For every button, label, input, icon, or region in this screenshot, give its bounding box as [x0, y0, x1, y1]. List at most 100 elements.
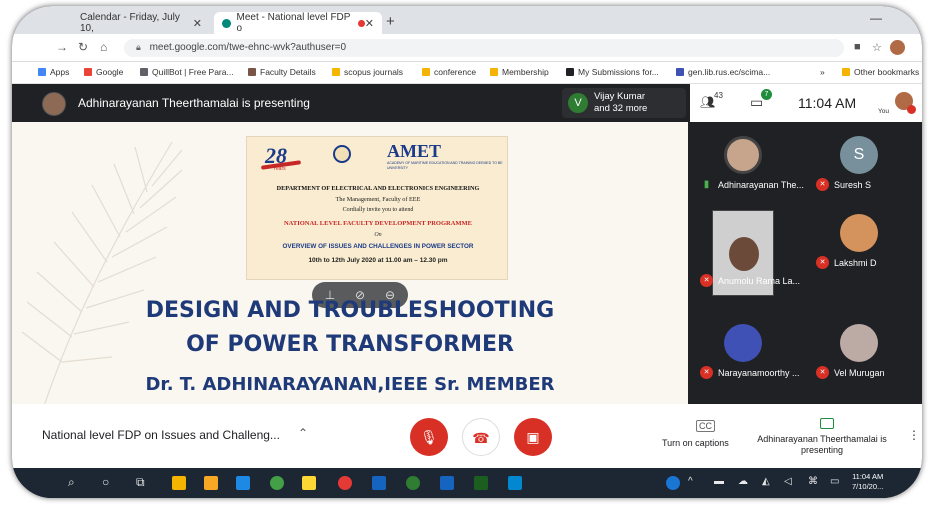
management-line: The Management, Faculty of EEE	[335, 196, 421, 203]
file-explorer-icon[interactable]	[172, 476, 186, 490]
windows-taskbar: ⌕ ○ ⧉ ^ ▬ ☁︎ ◭ ◁ ⌘ ▭ 11:04 AM 7/10/20...	[12, 468, 922, 498]
active-speaker-chip: V Vijay Kumar and 32 more	[562, 88, 686, 118]
new-tab-button[interactable]: +	[386, 13, 395, 30]
store-icon[interactable]	[204, 476, 218, 490]
mic-off-icon: ✕	[816, 178, 829, 191]
app-icon[interactable]	[372, 476, 386, 490]
dates-line: 10th to 12th July 2020 at 11.00 am – 12.…	[308, 257, 448, 264]
tab-meet[interactable]: Meet - National level FDP o ✕	[214, 12, 382, 34]
search-icon[interactable]: ⌕	[68, 475, 75, 490]
camera-toggle-button[interactable]: ▣	[514, 418, 552, 456]
meet-top-right: 👥︎ 43 ▭ 7 11:04 AM You	[690, 84, 922, 122]
whatsapp-icon[interactable]	[270, 476, 284, 490]
captions-button[interactable]: Turn on captions	[662, 438, 729, 448]
participant-tile[interactable]: ✕ Lakshmi D	[804, 208, 920, 276]
org-title: AMET	[387, 141, 441, 161]
slide-author: Dr. T. ADHINARAYANAN,IEEE Sr. MEMBER	[145, 374, 555, 395]
meet-favicon-icon	[222, 18, 231, 28]
bookmark-google[interactable]: Google	[84, 67, 123, 77]
forward-icon[interactable]: →	[56, 40, 68, 54]
mic-off-badge-icon	[907, 105, 916, 114]
minimize-icon[interactable]: —	[870, 11, 882, 25]
more-options-icon[interactable]: ⋮	[908, 428, 920, 442]
home-icon[interactable]: ⌂	[100, 40, 107, 54]
mic-off-icon: ✕	[700, 366, 713, 379]
slide-title-line2: OF POWER TRANSFORMER	[186, 332, 514, 357]
bookmark-apps[interactable]: Apps	[38, 67, 69, 77]
bookmark-other[interactable]: Other bookmarks	[842, 67, 919, 77]
url-input[interactable]: 🔒︎ meet.google.com/twe-ehnc-wvk?authuser…	[124, 39, 844, 57]
participant-tile[interactable]: ▮ Adhinarayanan The...	[688, 130, 804, 198]
camera-off-icon: ▣	[526, 429, 540, 445]
participant-tile[interactable]: S ✕ Suresh S	[804, 130, 920, 198]
bookmark-scopus[interactable]: scopus journals	[332, 67, 403, 77]
volume-icon[interactable]: ◁	[784, 476, 792, 487]
chrome-icon[interactable]	[338, 476, 352, 490]
people-icon[interactable]: 👥︎	[700, 95, 715, 109]
taskbar-clock[interactable]: 11:04 AM 7/10/20...	[852, 472, 883, 492]
keyboard-icon[interactable]: ▭	[830, 476, 839, 487]
presenting-label[interactable]: Adhinarayanan Theerthamalai is presentin…	[754, 434, 890, 456]
network-icon[interactable]: ◭	[762, 476, 770, 487]
bookmark-genlib[interactable]: gen.lib.rus.ec/scima...	[676, 67, 770, 77]
microphone-toggle-button[interactable]: 🎙︎	[410, 418, 448, 456]
cortana-icon[interactable]: ○	[102, 475, 109, 489]
bookmark-submissions[interactable]: My Submissions for...	[566, 67, 659, 77]
app-icon[interactable]	[508, 476, 522, 490]
task-view-icon[interactable]: ⧉	[136, 475, 145, 490]
participant-grid: ▮ Adhinarayanan The... S ✕ Suresh S ✕ An…	[688, 122, 922, 404]
reload-icon[interactable]: ↻	[78, 40, 88, 54]
mail-icon[interactable]	[236, 476, 250, 490]
video-person	[729, 237, 759, 271]
present-screen-icon[interactable]	[820, 418, 834, 429]
lock-icon: 🔒︎	[136, 42, 141, 52]
bookmarks-overflow[interactable]: »	[820, 67, 825, 77]
bookmark-membership[interactable]: Membership	[490, 67, 549, 77]
bookmark-quillbot[interactable]: QuillBot | Free Para...	[140, 67, 234, 77]
screenshot-frame: Calendar - Friday, July 10, ✕ Meet - Nat…	[12, 6, 922, 498]
language-icon[interactable]: ⌘	[808, 476, 818, 487]
programme-line: NATIONAL LEVEL FACULTY DEVELOPMENT PROGR…	[283, 220, 473, 227]
meeting-title[interactable]: National level FDP on Issues and Challen…	[42, 428, 280, 442]
quillbot-icon	[140, 68, 148, 76]
participant-tile[interactable]: ✕ Anumolu Rama La...	[688, 208, 804, 296]
close-icon[interactable]: ✕	[193, 17, 202, 30]
recording-icon	[358, 19, 365, 27]
bookmark-conference[interactable]: conference	[422, 67, 476, 77]
presentation-area: 28 Years AMET ACADEMY OF MARITIME EDUCAT…	[12, 122, 688, 404]
mic-off-icon: ✕	[700, 274, 713, 287]
apps-icon	[38, 68, 46, 76]
department-line: DEPARTMENT OF ELECTRICAL AND ELECTRONICS…	[276, 185, 480, 192]
word-icon[interactable]	[440, 476, 454, 490]
profile-avatar[interactable]	[890, 40, 905, 55]
participant-name: Suresh S	[834, 180, 872, 190]
folder-icon	[332, 68, 340, 76]
leave-call-button[interactable]: ☎︎	[462, 418, 500, 456]
you-label: You	[878, 108, 889, 115]
app-icon[interactable]	[406, 476, 420, 490]
camera-icon[interactable]: ■	[854, 41, 861, 53]
chevron-up-icon[interactable]: ⌃	[298, 426, 308, 440]
mic-off-icon: ✕	[816, 366, 829, 379]
mic-off-icon: ✕	[816, 256, 829, 269]
sticky-notes-icon[interactable]	[302, 476, 316, 490]
participant-avatar	[840, 324, 878, 362]
system-tray-icon[interactable]	[666, 476, 680, 490]
excel-icon[interactable]	[474, 476, 488, 490]
speaker-avatar: V	[568, 93, 588, 113]
bookmark-faculty[interactable]: Faculty Details	[248, 67, 316, 77]
participant-name: Lakshmi D	[834, 258, 877, 268]
phone-hangup-icon: ☎︎	[472, 430, 490, 446]
tab-calendar[interactable]: Calendar - Friday, July 10, ✕	[72, 12, 210, 34]
participant-tile[interactable]: ✕ Narayanamoorthy ...	[688, 318, 804, 386]
chevron-up-icon[interactable]: ^	[688, 476, 693, 487]
participant-tile[interactable]: ✕ Vel Murugan	[804, 318, 920, 386]
bookmarks-bar: Apps Google QuillBot | Free Para... Facu…	[12, 62, 922, 84]
google-icon	[84, 68, 92, 76]
captions-icon[interactable]: CC	[696, 420, 715, 432]
address-bar: → ↻ ⌂ 🔒︎ meet.google.com/twe-ehnc-wvk?au…	[12, 34, 922, 62]
presenter-avatar	[42, 92, 66, 116]
folder-icon	[490, 68, 498, 76]
close-icon[interactable]: ✕	[365, 17, 374, 30]
star-icon[interactable]: ☆	[872, 41, 882, 54]
